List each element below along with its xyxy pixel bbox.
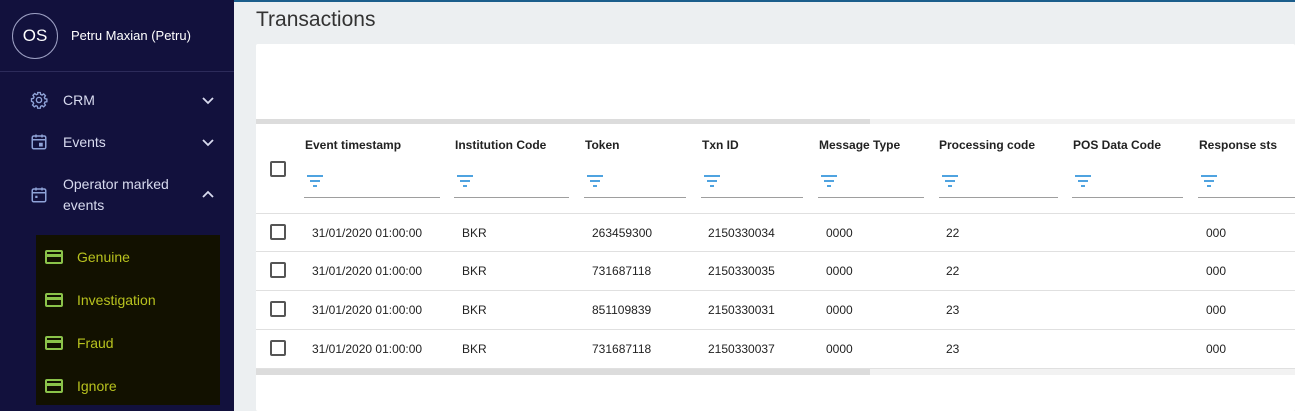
cell-txn-id: 2150330034 [708, 226, 775, 240]
chevron-up-icon [202, 190, 214, 198]
submenu-item-genuine[interactable]: Genuine [36, 235, 220, 278]
sidebar-item-label: CRM [63, 92, 95, 108]
filter-institution-code[interactable] [454, 170, 569, 198]
top-border [234, 0, 1295, 2]
cell-event-timestamp: 31/01/2020 01:00:00 [312, 303, 423, 317]
submenu-item-fraud[interactable]: Fraud [36, 321, 220, 364]
credit-card-icon [45, 292, 63, 307]
label-line-1: Operator marked [63, 176, 169, 192]
row-divider [256, 251, 1295, 252]
cell-message-type: 0000 [826, 303, 853, 317]
filter-icon [821, 175, 837, 187]
sidebar-item-crm[interactable]: CRM [0, 79, 234, 121]
row-divider [256, 329, 1295, 330]
column-header-pos-data-code[interactable]: POS Data Code [1073, 138, 1161, 152]
submenu-item-label: Investigation [77, 291, 156, 308]
filter-message-type[interactable] [818, 170, 924, 198]
cell-event-timestamp: 31/01/2020 01:00:00 [312, 264, 423, 278]
cell-processing-code: 22 [946, 226, 960, 240]
submenu-item-label: Fraud [77, 334, 114, 351]
cell-message-type: 0000 [826, 226, 853, 240]
cell-token: 851109839 [592, 303, 652, 317]
header-divider [256, 213, 1295, 214]
cell-event-timestamp: 31/01/2020 01:00:00 [312, 226, 423, 240]
chevron-down-icon [202, 139, 214, 147]
cell-token: 263459300 [592, 226, 653, 240]
credit-card-icon [45, 249, 63, 264]
column-header-response-sts[interactable]: Response sts [1199, 138, 1277, 152]
filter-icon [1075, 175, 1091, 187]
cell-token: 731687118 [592, 264, 652, 278]
cell-txn-id: 2150330035 [708, 264, 775, 278]
user-profile[interactable]: OS Petru Maxian (Petru) [0, 0, 234, 72]
cell-institution-code: BKR [462, 303, 487, 317]
sidebar-item-label: Operator marked events [63, 174, 169, 216]
column-header-processing-code[interactable]: Processing code [939, 138, 1035, 152]
row-checkbox[interactable] [270, 301, 286, 317]
filter-txn-id[interactable] [701, 170, 803, 198]
cell-processing-code: 22 [946, 264, 960, 278]
cell-txn-id: 2150330037 [708, 342, 775, 356]
submenu-item-label: Genuine [77, 248, 130, 265]
cell-response-sts: 000 [1206, 264, 1227, 278]
filter-pos-data-code[interactable] [1072, 170, 1183, 198]
filter-token[interactable] [584, 170, 686, 198]
label-line-2: events [63, 197, 105, 213]
cell-response-sts: 000 [1206, 303, 1227, 317]
row-checkbox[interactable] [270, 224, 286, 240]
filter-icon [587, 175, 603, 187]
cell-response-sts: 000 [1206, 342, 1227, 356]
cell-institution-code: BKR [462, 226, 487, 240]
horizontal-scrollbar-track[interactable] [870, 119, 1295, 124]
horizontal-scrollbar-thumb[interactable] [256, 369, 870, 375]
submenu-item-ignore[interactable]: Ignore [36, 364, 220, 407]
horizontal-scrollbar-track[interactable] [870, 369, 1295, 375]
gear-icon [30, 91, 48, 109]
filter-icon [1201, 175, 1217, 187]
cell-processing-code: 23 [946, 303, 960, 317]
filter-processing-code[interactable] [939, 170, 1058, 198]
column-header-txn-id[interactable]: Txn ID [702, 138, 739, 152]
cell-institution-code: BKR [462, 264, 487, 278]
select-all-checkbox[interactable] [270, 161, 286, 177]
avatar[interactable]: OS [12, 12, 58, 59]
filter-icon [704, 175, 720, 187]
row-checkbox[interactable] [270, 262, 286, 278]
column-header-institution-code[interactable]: Institution Code [455, 138, 546, 152]
filter-icon [942, 175, 958, 187]
sidebar-item-events[interactable]: Events [0, 121, 234, 163]
sidebar-item-operator-marked-events[interactable]: Operator marked events [0, 163, 234, 227]
filter-icon [307, 175, 323, 187]
cell-event-timestamp: 31/01/2020 01:00:00 [312, 342, 423, 356]
submenu-operator-marked: Genuine Investigation Fraud Ignore [36, 235, 220, 405]
cell-message-type: 0000 [826, 264, 853, 278]
calendar-icon [30, 133, 48, 151]
calendar-icon [30, 186, 48, 204]
filter-event-timestamp[interactable] [304, 170, 440, 198]
user-name: Petru Maxian (Petru) [71, 28, 191, 43]
page-title: Transactions [256, 8, 376, 31]
row-divider [256, 290, 1295, 291]
cell-response-sts: 000 [1206, 226, 1227, 240]
credit-card-icon [45, 378, 63, 393]
cell-institution-code: BKR [462, 342, 487, 356]
filter-response-sts[interactable] [1198, 170, 1295, 198]
sidebar-item-label: Events [63, 134, 106, 150]
submenu-item-investigation[interactable]: Investigation [36, 278, 220, 321]
cell-token: 731687118 [592, 342, 652, 356]
cell-processing-code: 23 [946, 342, 960, 356]
horizontal-scrollbar-thumb[interactable] [256, 119, 870, 124]
credit-card-icon [45, 335, 63, 350]
chevron-down-icon [202, 97, 214, 105]
column-header-event-timestamp[interactable]: Event timestamp [305, 138, 401, 152]
column-header-token[interactable]: Token [585, 138, 619, 152]
submenu-item-label: Ignore [77, 377, 117, 394]
cell-message-type: 0000 [826, 342, 853, 356]
cell-txn-id: 2150330031 [708, 303, 775, 317]
filter-icon [457, 175, 473, 187]
column-header-message-type[interactable]: Message Type [819, 138, 900, 152]
row-checkbox[interactable] [270, 340, 286, 356]
